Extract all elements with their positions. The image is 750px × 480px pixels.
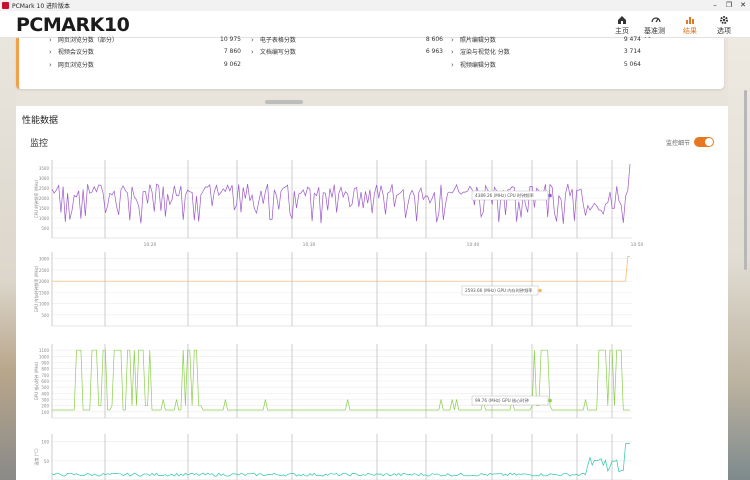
- score-value: 10 975: [220, 36, 241, 43]
- chevron-right-icon: ›: [451, 35, 454, 44]
- y-tick-label: 300: [41, 398, 49, 403]
- score-row[interactable]: › 文档编写分数: [251, 47, 296, 57]
- annotation-label: 2593.66 (MHz) GPU 内存时钟频率: [465, 287, 533, 294]
- annotation-marker: [538, 288, 542, 293]
- score-row[interactable]: › 照片编辑分数: [451, 35, 496, 45]
- y-tick-label: 500: [41, 385, 49, 390]
- x-tick-label: 10:30: [303, 242, 316, 248]
- home-icon: [617, 13, 627, 26]
- y-tick-label: 1500: [39, 290, 50, 295]
- y-axis-label: 温度 (°C): [33, 448, 39, 466]
- close-button[interactable]: ✕: [736, 0, 750, 11]
- app-header: PCMARK10 主页 基准测试 结果 选项: [0, 11, 750, 45]
- restore-button[interactable]: ❐: [722, 0, 736, 11]
- gauge-icon: [651, 13, 661, 26]
- x-tick-label: 10:20: [144, 242, 157, 248]
- performance-data-panel: 性能数据 监控 监控细节 500 1000 1500 2000 2500 3000 3500…: [16, 106, 728, 480]
- chevron-right-icon: ›: [49, 35, 52, 44]
- y-tick-label: 1000: [39, 302, 50, 307]
- y-tick-label: 3000: [39, 257, 50, 262]
- monitor-title: 监控: [30, 139, 49, 149]
- x-tick-label: 10:50: [631, 242, 644, 248]
- score-value: 8 606: [425, 36, 443, 43]
- annotation-label: 4389.26 (MHz) CPU 时钟频率: [475, 192, 534, 199]
- gear-icon: [719, 13, 729, 26]
- chevron-right-icon: ›: [451, 60, 454, 69]
- y-tick-label: 3000: [39, 176, 50, 181]
- score-value: 9 062: [223, 61, 241, 68]
- pcmark-logo: PCMARK10: [16, 14, 130, 36]
- y-tick-label: 2000: [39, 279, 50, 284]
- section-title: 性能数据: [22, 116, 59, 126]
- y-tick-label: 500: [41, 313, 49, 318]
- title-bar: PCMark 10 进阶版本 – ❐ ✕: [0, 0, 750, 11]
- score-row[interactable]: › 渲染与视觉化 分数: [451, 47, 510, 57]
- y-tick-label: 1000: [39, 216, 50, 221]
- chevron-right-icon: ›: [49, 60, 52, 69]
- chevron-right-icon: ›: [251, 35, 254, 44]
- chevron-right-icon: ›: [49, 47, 52, 56]
- annotation-label: 99.76 (MHz) GPU 核心时钟: [475, 397, 529, 404]
- y-tick-label: 1000: [39, 354, 50, 359]
- toggle-label: 监控细节: [665, 139, 690, 147]
- annotation-marker: [548, 398, 552, 403]
- y-tick-label: 200: [41, 404, 49, 409]
- y-axis-label: CPU 时钟频率 (MHz): [33, 179, 39, 218]
- x-tick-label: 10:40: [467, 242, 480, 248]
- y-tick-label: 100: [41, 410, 49, 415]
- chevron-right-icon: ›: [251, 47, 254, 56]
- annotation-marker: [548, 193, 552, 198]
- chevron-right-icon: ›: [451, 47, 454, 56]
- resize-handle[interactable]: [265, 100, 303, 104]
- score-value: 5 064: [623, 61, 641, 68]
- minimize-button[interactable]: –: [708, 0, 722, 11]
- score-value: 6 963: [425, 48, 443, 55]
- bar-chart-icon: [685, 13, 695, 26]
- series-line: [51, 443, 630, 477]
- y-tick-label: 50: [44, 459, 50, 464]
- y-tick-label: 900: [41, 361, 49, 366]
- score-row[interactable]: › 网页浏览分数（部分）: [49, 35, 118, 45]
- window-title: PCMark 10 进阶版本: [12, 3, 71, 10]
- y-tick-label: 500: [41, 226, 49, 231]
- score-row[interactable]: › 网页浏览分数: [49, 60, 94, 70]
- app-icon: [2, 2, 9, 9]
- y-tick-label: 3500: [39, 166, 50, 171]
- y-tick-label: 700: [41, 373, 49, 378]
- y-tick-label: 400: [41, 391, 49, 396]
- score-row[interactable]: › 视频编辑分数: [451, 60, 496, 70]
- y-tick-label: 1500: [39, 206, 50, 211]
- y-tick-label: 2500: [39, 268, 50, 273]
- score-breakdown-card: › 网页浏览分数（部分） 10 975 › 电子表格分数 8 606 › 照片编辑分数…: [16, 35, 724, 89]
- score-value: 9 474: [623, 36, 641, 43]
- y-tick-label: 800: [41, 367, 49, 372]
- y-axis-label: GPU 核心时钟 (MHz): [33, 361, 39, 400]
- score-value: 7 860: [223, 48, 241, 55]
- series-line: [52, 256, 630, 282]
- monitor-details-toggle-group: 监控细节: [666, 137, 714, 147]
- y-tick-label: 600: [41, 379, 49, 384]
- score-value: 3 714: [623, 48, 641, 55]
- score-row[interactable]: › 电子表格分数: [251, 35, 296, 45]
- y-tick-label: 2500: [39, 186, 50, 191]
- y-tick-label: 2000: [39, 196, 50, 201]
- score-row[interactable]: › 视频会议分数: [49, 47, 94, 57]
- background-image-left: [0, 38, 16, 480]
- y-tick-label: 100: [41, 440, 49, 445]
- page-scrollbar[interactable]: [744, 90, 747, 270]
- y-tick-label: 1100: [39, 348, 50, 353]
- monitor-details-toggle[interactable]: [694, 137, 714, 147]
- y-axis-label: GPU 内存时钟频率 (MHz): [33, 265, 39, 312]
- monitoring-chart: 500 1000 1500 2000 2500 3000 3500 CPU 时钟频率 (MHz…: [33, 160, 644, 480]
